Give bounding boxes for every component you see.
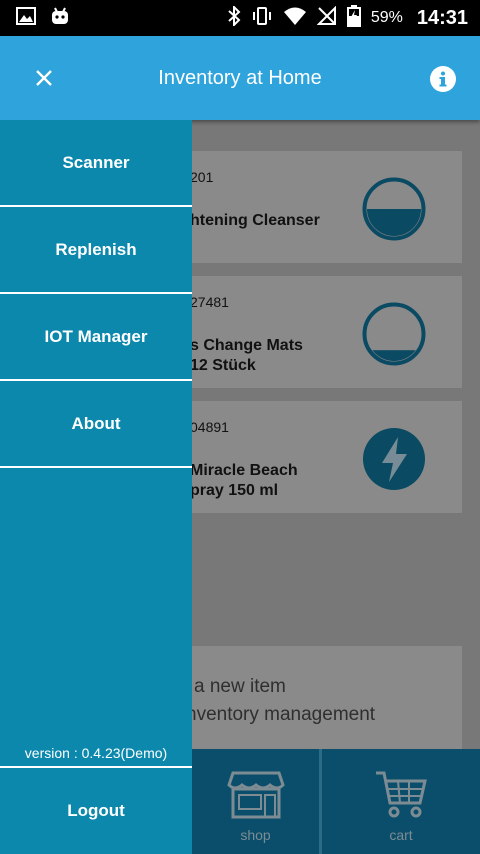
lightning-icon — [363, 428, 425, 490]
version-label: version : 0.4.23(Demo) — [24, 745, 168, 761]
add-item-line2: nventory management — [186, 704, 376, 725]
android-icon — [50, 7, 70, 30]
navigation-drawer: Scanner Replenish IOT Manager About vers… — [0, 120, 192, 854]
drawer-item-about[interactable]: About — [0, 381, 192, 468]
inventory-item-card[interactable]: 27481 s Change Mats 12 Stück — [170, 276, 462, 388]
inventory-item-card[interactable]: 04891 Miracle Beach pray 150 ml — [170, 401, 462, 513]
item-name: htening Cleanser — [190, 212, 320, 229]
status-bar: 59% 14:31 — [0, 0, 480, 36]
drawer-item-iot-manager[interactable]: IOT Manager — [0, 294, 192, 381]
cart-tab[interactable]: cart — [322, 749, 480, 854]
level-low-icon — [362, 302, 426, 366]
shop-tab[interactable]: shop — [192, 749, 319, 854]
vibrate-icon — [251, 6, 273, 31]
bluetooth-icon — [227, 4, 241, 31]
level-half-icon — [362, 177, 426, 241]
app-bar: Inventory at Home — [0, 36, 480, 120]
info-icon[interactable] — [430, 66, 456, 92]
no-signal-icon — [316, 5, 337, 31]
add-item-line1: a new item — [194, 676, 286, 697]
item-name: s Change Mats 12 Stück — [190, 337, 303, 374]
wifi-icon — [283, 6, 307, 31]
battery-icon — [346, 4, 361, 32]
add-item-card[interactable]: a new item nventory management — [170, 646, 462, 758]
shop-label: shop — [240, 827, 271, 843]
page-title: Inventory at Home — [158, 66, 322, 89]
item-code: 201 — [190, 169, 214, 185]
cart-icon — [376, 771, 427, 818]
item-code: 04891 — [190, 419, 229, 435]
image-icon — [16, 6, 36, 30]
item-name: Miracle Beach pray 150 ml — [190, 462, 298, 499]
drawer-item-scanner[interactable]: Scanner — [0, 120, 192, 207]
clock: 14:31 — [416, 6, 468, 29]
inventory-item-card[interactable]: 201 htening Cleanser — [170, 151, 462, 263]
logout-button[interactable]: Logout — [0, 766, 192, 854]
drawer-item-replenish[interactable]: Replenish — [0, 207, 192, 294]
battery-percent: 59% — [370, 9, 403, 26]
item-code: 27481 — [190, 294, 229, 310]
cart-label: cart — [389, 827, 413, 843]
close-icon[interactable] — [28, 62, 60, 94]
shop-icon — [226, 771, 285, 819]
